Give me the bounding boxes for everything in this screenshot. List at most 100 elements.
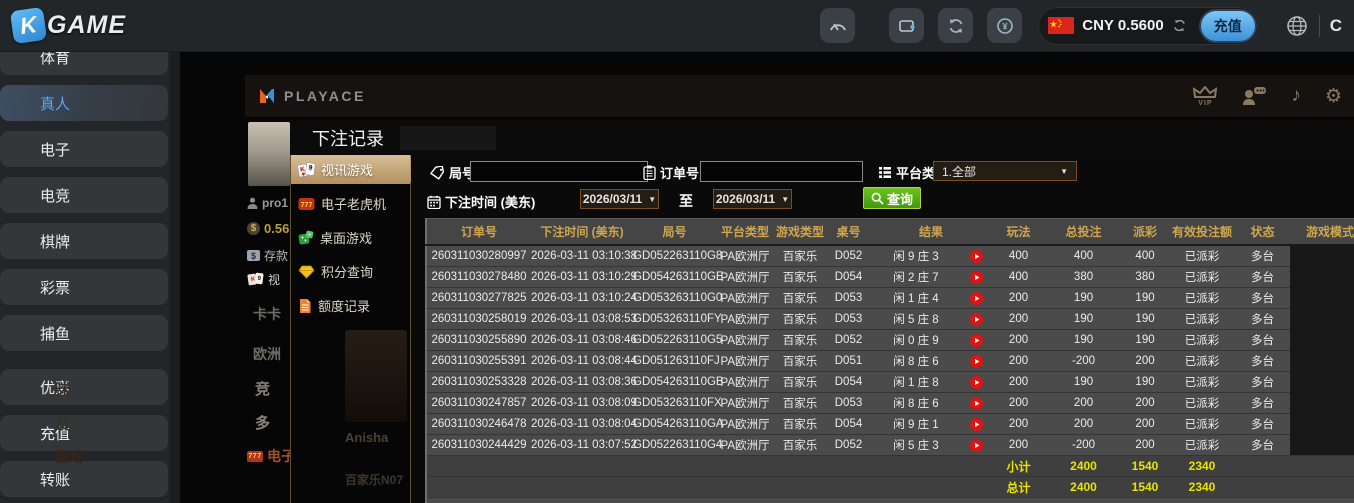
diamond-icon bbox=[298, 265, 315, 279]
ghost-tab-highlight bbox=[400, 126, 496, 150]
gear-icon[interactable]: ⚙ bbox=[1325, 85, 1342, 108]
refresh-rate-icon[interactable] bbox=[1172, 18, 1187, 33]
deposit-row[interactable]: $ 存款 bbox=[247, 247, 288, 264]
date-from-value: 2026/03/11 bbox=[583, 192, 642, 206]
cell-mode: 多台 bbox=[1235, 435, 1290, 456]
column-header: 游戏模式 bbox=[1290, 219, 1354, 246]
sync-button[interactable] bbox=[938, 8, 973, 43]
globe-icon[interactable] bbox=[1285, 14, 1309, 38]
cell-order: 260311030258019 bbox=[426, 309, 531, 330]
sidebar-item-label: 棋牌 bbox=[40, 231, 70, 252]
replay-button[interactable] bbox=[970, 397, 983, 410]
cell-valid: 190 bbox=[1121, 309, 1169, 330]
lobby-label: 777 电子 bbox=[247, 446, 290, 466]
cell-status: 已派彩 bbox=[1169, 330, 1235, 351]
menu-item-quota-records[interactable]: 额度记录 bbox=[291, 291, 410, 320]
replay-button[interactable] bbox=[970, 313, 983, 326]
cell-order: 260311030277825 bbox=[426, 288, 531, 309]
cell-result: 闲 0 庄 9 bbox=[871, 330, 961, 351]
cell-platform: PA欧洲厅 bbox=[716, 288, 774, 309]
replay-button[interactable] bbox=[970, 250, 983, 263]
replay-button[interactable] bbox=[970, 292, 983, 305]
cell-valid: 400 bbox=[1121, 245, 1169, 267]
sidebar-item-promotions[interactable]: 优惠 bbox=[0, 369, 168, 405]
replay-button[interactable] bbox=[970, 271, 983, 284]
brand-logo[interactable]: K GAME bbox=[12, 9, 126, 42]
sidebar-item-deposit[interactable]: 充值 bbox=[0, 415, 168, 451]
sidebar-item-slots[interactable]: 电子 bbox=[0, 131, 168, 167]
table-row: 2603110302464782026-03-11 03:08:04GD0542… bbox=[426, 414, 1354, 435]
cell-bet: 400 bbox=[991, 267, 1046, 288]
date-from-select[interactable]: 2026/03/11 ▼ bbox=[580, 189, 659, 209]
replay-button[interactable] bbox=[970, 355, 983, 368]
cell-valid: 190 bbox=[1121, 288, 1169, 309]
sidebar-item-poker[interactable]: 棋牌 bbox=[0, 223, 168, 259]
sidebar-item-fishing[interactable]: 捕鱼 bbox=[0, 315, 168, 351]
cell-replay bbox=[961, 288, 991, 309]
menu-item-table-games[interactable]: 桌面游戏 bbox=[291, 223, 410, 252]
currency-selector[interactable]: CNY 0.5600 充值 bbox=[1038, 7, 1258, 45]
replay-button[interactable] bbox=[970, 334, 983, 347]
sidebar-item-label: 电竞 bbox=[40, 185, 70, 206]
platform-type-select[interactable]: 1.全部 ▼ bbox=[933, 161, 1077, 181]
cell-replay bbox=[961, 414, 991, 435]
replay-button[interactable] bbox=[970, 376, 983, 389]
cell-round: GD054263110GE bbox=[633, 267, 716, 288]
menu-item-video-games[interactable]: K♥9 视讯游戏 bbox=[291, 155, 410, 184]
recharge-button[interactable]: 充值 bbox=[1201, 11, 1255, 41]
cell-valid: 190 bbox=[1121, 330, 1169, 351]
sidebar-item-esports[interactable]: 电竞 bbox=[0, 177, 168, 213]
dice-icon bbox=[298, 230, 314, 246]
cell-game: 百家乐 bbox=[774, 414, 826, 435]
replay-button[interactable] bbox=[970, 418, 983, 431]
currency-code: CNY bbox=[1082, 17, 1113, 34]
search-button[interactable]: 查询 bbox=[863, 187, 921, 209]
sidebar-item-lottery[interactable]: 彩票 bbox=[0, 269, 168, 305]
sidebar: 体育 真人 电子 电竞 棋牌 彩票 捕鱼 优惠 充值 转账 提款 bbox=[0, 52, 178, 503]
language-label[interactable]: C bbox=[1330, 16, 1342, 36]
cell-payout: 200 bbox=[1046, 414, 1121, 435]
menu-item-points-query[interactable]: 积分查询 bbox=[291, 257, 410, 286]
cell-order: 260311030253328 bbox=[426, 372, 531, 393]
empty-row bbox=[426, 498, 1354, 503]
sidebar-item-transfer[interactable]: 转账 bbox=[0, 461, 168, 497]
vip-button[interactable]: VIP bbox=[1193, 86, 1217, 107]
cell-bet: 200 bbox=[991, 288, 1046, 309]
cell-result: 闲 8 庄 6 bbox=[871, 351, 961, 372]
menu-item-label: 积分查询 bbox=[321, 262, 373, 281]
date-to-select[interactable]: 2026/03/11 ▼ bbox=[713, 189, 792, 209]
avatar[interactable] bbox=[248, 122, 290, 186]
bet-time-label: 下注时间 (美东) bbox=[427, 192, 535, 211]
music-icon[interactable]: ♪ bbox=[1291, 85, 1301, 107]
cell-replay bbox=[961, 245, 991, 267]
round-number-input[interactable] bbox=[470, 161, 648, 182]
menu-item-slot-machine[interactable]: 777 电子老虎机 bbox=[291, 189, 410, 218]
sidebar-item-live[interactable]: 真人 bbox=[0, 85, 168, 121]
video-row[interactable]: K9 视 bbox=[247, 271, 280, 288]
cell-order: 260311030247857 bbox=[426, 393, 531, 414]
wallet-button[interactable] bbox=[889, 8, 924, 43]
column-header: 有效投注额 bbox=[1169, 219, 1235, 246]
cell-round: GD052263110G4 bbox=[633, 435, 716, 456]
cell-status: 已派彩 bbox=[1169, 309, 1235, 330]
chat-support-icon[interactable] bbox=[1241, 86, 1267, 106]
bet-records-table-wrap: 订单号下注时间 (美东)局号平台类型游戏类型桌号结果玩法总投注派彩有效投注额状态… bbox=[425, 218, 1354, 503]
cell-result: 闲 5 庄 3 bbox=[871, 435, 961, 456]
column-header: 平台类型 bbox=[716, 219, 774, 246]
brand-k-icon: K bbox=[10, 7, 47, 44]
gauge-icon bbox=[828, 16, 848, 36]
sidebar-item-sports[interactable]: 体育 bbox=[0, 52, 168, 75]
cell-payout: -200 bbox=[1046, 351, 1121, 372]
gauge-button[interactable] bbox=[820, 8, 855, 43]
cell-table: D054 bbox=[826, 414, 871, 435]
currency-button[interactable]: ¥ bbox=[987, 8, 1022, 43]
modal-title: 下注记录 bbox=[312, 125, 384, 151]
cell-table: D052 bbox=[826, 435, 871, 456]
order-number-input[interactable] bbox=[700, 161, 863, 182]
cell-round: GD053263110FY bbox=[633, 309, 716, 330]
replay-button[interactable] bbox=[970, 439, 983, 452]
column-header: 状态 bbox=[1235, 219, 1290, 246]
cell-bet: 200 bbox=[991, 309, 1046, 330]
cell-table: D053 bbox=[826, 393, 871, 414]
table-row: 2603110302444292026-03-11 03:07:52GD0522… bbox=[426, 435, 1354, 456]
